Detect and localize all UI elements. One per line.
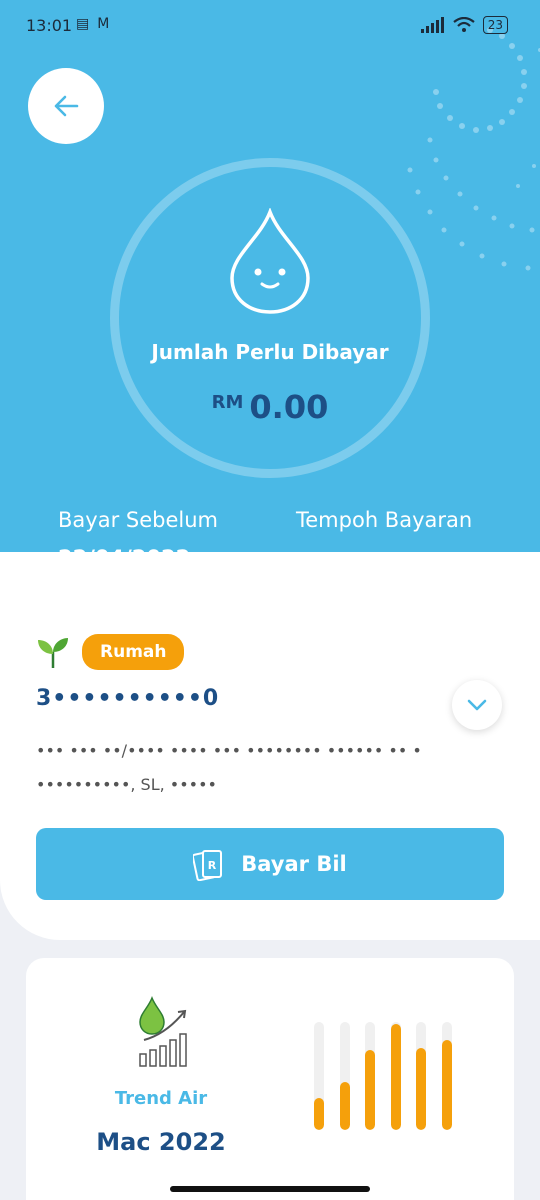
trend-bar-3 bbox=[365, 1022, 375, 1130]
notification-icons: ▤ M bbox=[76, 16, 109, 32]
status-bar: 13:01 ▤ M 23 bbox=[0, 0, 540, 52]
chevron-down-icon bbox=[467, 699, 487, 711]
status-time: 13:01 bbox=[26, 16, 73, 35]
account-number: 3••••••••••0 bbox=[36, 686, 220, 711]
trend-bar-5 bbox=[416, 1022, 426, 1130]
trend-bars bbox=[314, 1022, 454, 1130]
trend-bar-1 bbox=[314, 1022, 324, 1130]
amount-due: RM 0.00 bbox=[0, 388, 540, 426]
pay-bill-label: Bayar Bil bbox=[241, 852, 347, 876]
payment-period-label: Tempoh Bayaran bbox=[296, 508, 473, 532]
message-icon: ▤ bbox=[76, 16, 90, 32]
expand-account-button[interactable] bbox=[452, 680, 502, 730]
trend-bar-fill bbox=[339, 1082, 350, 1130]
address-line-2: ••••••••••, SL, ••••• bbox=[36, 775, 217, 794]
amount-title: Jumlah Perlu Dibayar bbox=[151, 340, 389, 364]
water-trend-card[interactable]: Trend Air Mac 2022 bbox=[26, 958, 514, 1200]
signal-icon bbox=[420, 17, 444, 33]
svg-text:R: R bbox=[208, 859, 217, 872]
account-card: Rumah 3••••••••••0 ••• ••• ••/•••• •••• … bbox=[0, 552, 540, 940]
mail-icon: M bbox=[97, 16, 110, 32]
trend-bar-fill bbox=[314, 1098, 324, 1130]
trend-bar-fill bbox=[416, 1048, 426, 1130]
address-line-1: ••• ••• ••/•••• •••• ••• •••••••• ••••••… bbox=[36, 741, 422, 760]
back-button[interactable] bbox=[28, 68, 104, 144]
account-address: ••• ••• ••/•••• •••• ••• •••••••• ••••••… bbox=[36, 734, 506, 802]
cash-icon: R bbox=[193, 850, 223, 881]
amount-value: 0.00 bbox=[249, 388, 329, 426]
battery-icon: 23 bbox=[482, 16, 508, 34]
trend-label: Trend Air bbox=[114, 1088, 208, 1109]
sprout-icon bbox=[38, 638, 68, 668]
home-indicator[interactable] bbox=[170, 1186, 370, 1192]
trend-month: Mac 2022 bbox=[96, 1128, 226, 1156]
arrow-left-icon bbox=[54, 95, 79, 117]
trend-bar-fill bbox=[441, 1040, 452, 1130]
property-type-badge: Rumah bbox=[82, 634, 185, 670]
trend-bar-fill bbox=[365, 1050, 375, 1130]
hero-header: 13:01 ▤ M 23 Jumlah Perlu Dibayar RM 0.0… bbox=[0, 0, 540, 612]
water-trend-icon bbox=[139, 995, 187, 1067]
trend-bar-6 bbox=[441, 1022, 452, 1130]
currency: RM bbox=[211, 392, 244, 413]
wifi-icon bbox=[453, 17, 475, 32]
due-date-label: Bayar Sebelum bbox=[58, 508, 218, 532]
amount-ring bbox=[110, 158, 430, 478]
system-icons: 23 bbox=[420, 16, 508, 34]
water-drop-icon bbox=[230, 208, 310, 314]
trend-bar-2 bbox=[339, 1022, 350, 1130]
pay-bill-button[interactable]: R Bayar Bil bbox=[36, 828, 504, 900]
trend-bar-fill bbox=[390, 1024, 401, 1130]
trend-bar-4 bbox=[390, 1022, 401, 1130]
